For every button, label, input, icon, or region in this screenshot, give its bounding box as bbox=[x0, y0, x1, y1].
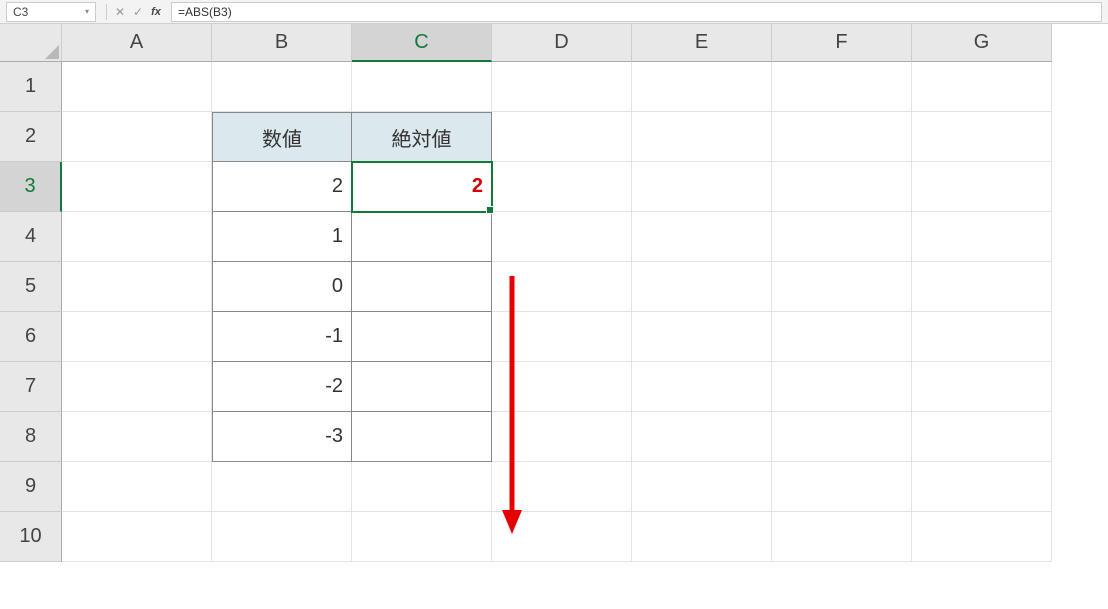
spreadsheet-grid[interactable]: A B C D E F G 1 2 数値 絶対値 3 2 2 bbox=[0, 24, 1108, 562]
cell-F2[interactable] bbox=[772, 112, 912, 162]
cell-E4[interactable] bbox=[632, 212, 772, 262]
cell-B2[interactable]: 数値 bbox=[212, 112, 352, 162]
cell-D3[interactable] bbox=[492, 162, 632, 212]
cell-B3[interactable]: 2 bbox=[212, 162, 352, 212]
cell-C8[interactable] bbox=[352, 412, 492, 462]
cell-B5[interactable]: 0 bbox=[212, 262, 352, 312]
cell-A8[interactable] bbox=[62, 412, 212, 462]
cell-B10[interactable] bbox=[212, 512, 352, 562]
cell-D8[interactable] bbox=[492, 412, 632, 462]
row-header-5[interactable]: 5 bbox=[0, 262, 62, 312]
cell-G4[interactable] bbox=[912, 212, 1052, 262]
row-header-7[interactable]: 7 bbox=[0, 362, 62, 412]
cell-B9[interactable] bbox=[212, 462, 352, 512]
cell-G5[interactable] bbox=[912, 262, 1052, 312]
cell-G9[interactable] bbox=[912, 462, 1052, 512]
cell-E6[interactable] bbox=[632, 312, 772, 362]
confirm-icon[interactable]: ✓ bbox=[129, 5, 147, 19]
formula-bar: C3 ▾ ✕ ✓ fx =ABS(B3) bbox=[0, 0, 1108, 24]
cell-F6[interactable] bbox=[772, 312, 912, 362]
cell-E9[interactable] bbox=[632, 462, 772, 512]
col-header-A[interactable]: A bbox=[62, 24, 212, 62]
cell-G10[interactable] bbox=[912, 512, 1052, 562]
cell-A5[interactable] bbox=[62, 262, 212, 312]
row-header-10[interactable]: 10 bbox=[0, 512, 62, 562]
formula-text: =ABS(B3) bbox=[178, 5, 232, 19]
cell-C3[interactable]: 2 bbox=[352, 162, 492, 212]
cell-E10[interactable] bbox=[632, 512, 772, 562]
row-header-6[interactable]: 6 bbox=[0, 312, 62, 362]
cell-E2[interactable] bbox=[632, 112, 772, 162]
cell-D10[interactable] bbox=[492, 512, 632, 562]
cell-B7[interactable]: -2 bbox=[212, 362, 352, 412]
cell-B1[interactable] bbox=[212, 62, 352, 112]
cell-F3[interactable] bbox=[772, 162, 912, 212]
formula-input[interactable]: =ABS(B3) bbox=[171, 2, 1102, 22]
cell-C1[interactable] bbox=[352, 62, 492, 112]
row-header-9[interactable]: 9 bbox=[0, 462, 62, 512]
cell-B8[interactable]: -3 bbox=[212, 412, 352, 462]
cell-C4[interactable] bbox=[352, 212, 492, 262]
cell-G8[interactable] bbox=[912, 412, 1052, 462]
separator bbox=[106, 4, 107, 20]
cell-F9[interactable] bbox=[772, 462, 912, 512]
cell-F10[interactable] bbox=[772, 512, 912, 562]
cell-D5[interactable] bbox=[492, 262, 632, 312]
cell-A7[interactable] bbox=[62, 362, 212, 412]
cell-A3[interactable] bbox=[62, 162, 212, 212]
cell-E7[interactable] bbox=[632, 362, 772, 412]
cell-A9[interactable] bbox=[62, 462, 212, 512]
cell-C5[interactable] bbox=[352, 262, 492, 312]
cell-C7[interactable] bbox=[352, 362, 492, 412]
cell-F8[interactable] bbox=[772, 412, 912, 462]
cell-A10[interactable] bbox=[62, 512, 212, 562]
cancel-icon[interactable]: ✕ bbox=[111, 5, 129, 19]
cell-B6[interactable]: -1 bbox=[212, 312, 352, 362]
col-header-C[interactable]: C bbox=[352, 24, 492, 62]
row-header-3[interactable]: 3 bbox=[0, 162, 62, 212]
cell-C10[interactable] bbox=[352, 512, 492, 562]
cell-C2[interactable]: 絶対値 bbox=[352, 112, 492, 162]
cell-E3[interactable] bbox=[632, 162, 772, 212]
cell-F1[interactable] bbox=[772, 62, 912, 112]
chevron-down-icon[interactable]: ▾ bbox=[85, 7, 89, 16]
col-header-G[interactable]: G bbox=[912, 24, 1052, 62]
cell-G1[interactable] bbox=[912, 62, 1052, 112]
row-header-2[interactable]: 2 bbox=[0, 112, 62, 162]
cell-B4[interactable]: 1 bbox=[212, 212, 352, 262]
cell-D2[interactable] bbox=[492, 112, 632, 162]
cell-A1[interactable] bbox=[62, 62, 212, 112]
cell-D1[interactable] bbox=[492, 62, 632, 112]
cell-D7[interactable] bbox=[492, 362, 632, 412]
cell-G2[interactable] bbox=[912, 112, 1052, 162]
cell-F4[interactable] bbox=[772, 212, 912, 262]
cell-E8[interactable] bbox=[632, 412, 772, 462]
cell-C6[interactable] bbox=[352, 312, 492, 362]
cell-E5[interactable] bbox=[632, 262, 772, 312]
cell-E1[interactable] bbox=[632, 62, 772, 112]
row-header-4[interactable]: 4 bbox=[0, 212, 62, 262]
col-header-B[interactable]: B bbox=[212, 24, 352, 62]
row-header-8[interactable]: 8 bbox=[0, 412, 62, 462]
fx-icon[interactable]: fx bbox=[147, 6, 165, 18]
cell-A6[interactable] bbox=[62, 312, 212, 362]
col-header-E[interactable]: E bbox=[632, 24, 772, 62]
col-header-F[interactable]: F bbox=[772, 24, 912, 62]
row-header-1[interactable]: 1 bbox=[0, 62, 62, 112]
cell-F5[interactable] bbox=[772, 262, 912, 312]
cell-A2[interactable] bbox=[62, 112, 212, 162]
name-box[interactable]: C3 ▾ bbox=[6, 2, 96, 22]
cell-C9[interactable] bbox=[352, 462, 492, 512]
cell-A4[interactable] bbox=[62, 212, 212, 262]
name-box-value: C3 bbox=[13, 5, 28, 19]
cell-D6[interactable] bbox=[492, 312, 632, 362]
col-header-D[interactable]: D bbox=[492, 24, 632, 62]
cell-G6[interactable] bbox=[912, 312, 1052, 362]
cell-G7[interactable] bbox=[912, 362, 1052, 412]
select-all-corner[interactable] bbox=[0, 24, 62, 62]
cell-D9[interactable] bbox=[492, 462, 632, 512]
cell-F7[interactable] bbox=[772, 362, 912, 412]
cell-G3[interactable] bbox=[912, 162, 1052, 212]
cell-D4[interactable] bbox=[492, 212, 632, 262]
